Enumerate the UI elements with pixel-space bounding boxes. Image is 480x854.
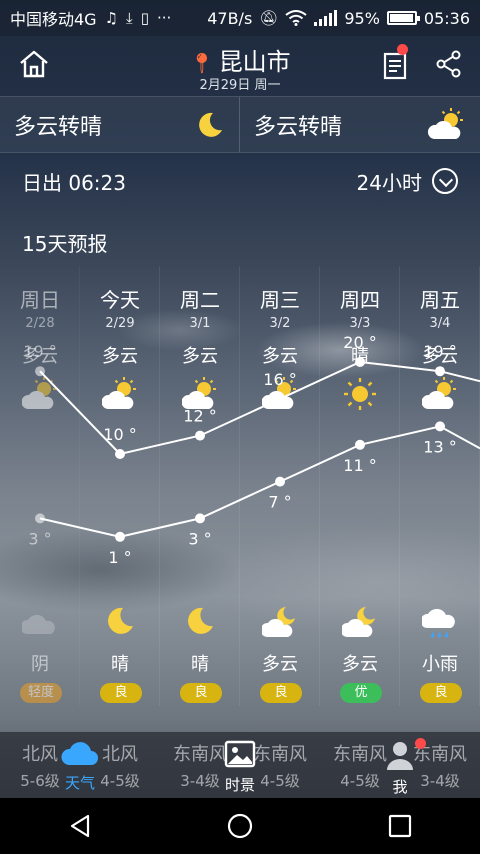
forecast-grid: 周日 2/28 多云阴轻度 今天 2/29 多云晴良周二 3/1 多云晴良周三 3/2 多云 多云良… — [0, 266, 480, 706]
sunrise-row: 日出 06:23 24小时 — [0, 153, 480, 209]
high-temp-point — [355, 357, 365, 367]
temperature-chart: 19 ° 10 ° 12 ° 16 ° 20 ° 19 ° 3 ° 1 ° 3 ° 7 ° 11 °… — [23, 333, 480, 567]
status-bar: 中国移动4G ♫ ⤓ ▯ ··· 47B/s 🔕︎ 95% 05:36 — [0, 0, 480, 36]
low-temp-point — [435, 421, 445, 432]
high-temp-point — [195, 430, 205, 441]
high-temp-point — [435, 366, 445, 377]
high-temp-point — [115, 449, 125, 459]
high-temp-label: 16 ° — [263, 370, 296, 389]
home-circle-icon — [227, 813, 253, 839]
net-speed: 47B/s — [207, 8, 253, 28]
partly-cloudy-icon — [427, 107, 463, 139]
today-condition: 多云转晴 — [14, 114, 103, 140]
music-icon: ♫ — [104, 9, 119, 27]
high-temp-point — [35, 366, 45, 377]
mute-icon: 🔕︎ — [259, 9, 279, 27]
high-temp-label: 19 ° — [423, 342, 456, 361]
app-header: 📍︎ 昆山市 2月29日 周一 — [0, 36, 480, 96]
battery-saver-icon: ▯ — [140, 9, 149, 27]
low-temp-point — [115, 531, 125, 542]
low-temp-label: 3 ° — [28, 529, 51, 548]
low-temp-label: 13 ° — [423, 437, 456, 456]
24h-label: 24小时 — [356, 170, 422, 195]
news-badge — [397, 44, 408, 55]
today-tomorrow-strip: 多云转晴 多云转晴 — [0, 96, 480, 153]
back-button[interactable] — [60, 806, 100, 846]
high-temp-label: 20 ° — [343, 333, 376, 352]
more-icon: ··· — [156, 9, 172, 27]
home-button[interactable] — [220, 806, 260, 846]
low-temp-label: 11 ° — [343, 456, 376, 475]
wifi-icon — [285, 10, 307, 26]
battery-percent: 95% — [344, 8, 380, 28]
location-pin-icon: 📍︎ — [189, 51, 215, 75]
clock: 05:36 — [423, 8, 470, 28]
me-badge — [415, 738, 426, 749]
system-nav-bar — [0, 798, 480, 854]
news-icon[interactable] — [382, 50, 410, 80]
high-temp-label: 19 ° — [23, 342, 56, 361]
download-icon: ⤓ — [126, 9, 133, 27]
nav-weather[interactable]: 天气 — [40, 740, 120, 793]
nav-weather-label: 天气 — [64, 774, 95, 792]
back-triangle-icon — [70, 814, 90, 838]
low-temp-label: 1 ° — [108, 548, 131, 567]
nav-me-label: 我 — [392, 778, 408, 796]
recents-square-icon — [388, 814, 412, 838]
low-temp-point — [35, 513, 45, 524]
share-icon[interactable] — [436, 50, 462, 78]
carrier-label: 中国移动4G — [10, 10, 97, 29]
sunrise-time: 日出 06:23 — [22, 170, 126, 195]
picture-icon — [224, 740, 256, 768]
high-temp-label: 10 ° — [103, 425, 136, 444]
chevron-down-icon — [432, 168, 458, 194]
person-icon — [387, 742, 413, 770]
recents-button[interactable] — [380, 806, 420, 846]
low-temp-point — [195, 513, 205, 524]
battery-icon — [386, 11, 420, 25]
low-temp-label: 3 ° — [188, 529, 211, 548]
forecast-title: 15天预报 — [22, 232, 108, 256]
cloud-icon — [61, 742, 98, 765]
low-temp-point — [275, 476, 285, 487]
nav-me[interactable]: 我 — [360, 738, 440, 797]
city-name: 昆山市 — [218, 48, 291, 76]
tomorrow-condition: 多云转晴 — [254, 114, 343, 140]
nav-scenes-label: 时景 — [224, 776, 255, 794]
signal-icon — [314, 10, 338, 26]
low-temp-label: 7 ° — [268, 493, 291, 512]
high-temp-label: 12 ° — [183, 407, 216, 426]
tomorrow-summary[interactable]: 多云转晴 — [240, 97, 480, 152]
today-summary[interactable]: 多云转晴 — [0, 97, 240, 152]
24h-toggle[interactable]: 24小时 — [357, 167, 458, 196]
high-temp-point — [275, 393, 285, 404]
nav-scenes[interactable]: 时景 — [200, 740, 280, 795]
low-temp-point — [355, 439, 365, 450]
moon-icon — [199, 112, 222, 137]
